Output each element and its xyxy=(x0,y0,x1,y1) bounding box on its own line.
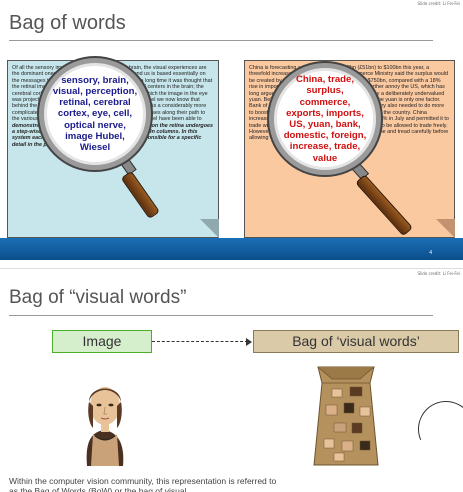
slide-title: Bag of “visual words” xyxy=(9,287,187,308)
portrait-image xyxy=(65,372,143,466)
arrow-line xyxy=(152,341,248,342)
slide-credit: Slide credit: Li Fei-Fei xyxy=(417,271,460,276)
image-label-box: Image xyxy=(52,330,152,353)
paper-bag-icon xyxy=(313,366,379,466)
partial-circle-graphic xyxy=(409,392,463,466)
bag-of-visual-words-label-box: Bag of ‘visual words’ xyxy=(253,330,459,353)
arrow-head xyxy=(246,338,252,346)
slide-bag-of-words: Slide credit: Li Fei-Fei Bag of words Of… xyxy=(0,0,463,268)
slide-footer-bar xyxy=(0,238,463,260)
magnifying-glass-icon: sensory, brain, visual, perception, reti… xyxy=(39,58,151,170)
page-fold xyxy=(200,219,219,238)
slide-title: Bag of words xyxy=(9,12,126,34)
slide-credit: Slide credit: Li Fei-Fei xyxy=(417,1,460,6)
lens-keywords: China, trade, surplus, commerce, exports… xyxy=(283,74,367,164)
slide-caption: Within the computer vision community, th… xyxy=(9,476,277,492)
lens-keywords: sensory, brain, visual, perception, reti… xyxy=(52,74,138,153)
slide-bag-of-visual-words: Slide credit: Li Fei-Fei Bag of “visual … xyxy=(0,268,463,492)
page-fold xyxy=(436,219,455,238)
title-divider xyxy=(9,40,433,41)
magnifying-glass-icon: China, trade, surplus, commerce, exports… xyxy=(269,63,381,175)
title-divider xyxy=(9,315,433,316)
slide-number: 4 xyxy=(429,250,432,256)
